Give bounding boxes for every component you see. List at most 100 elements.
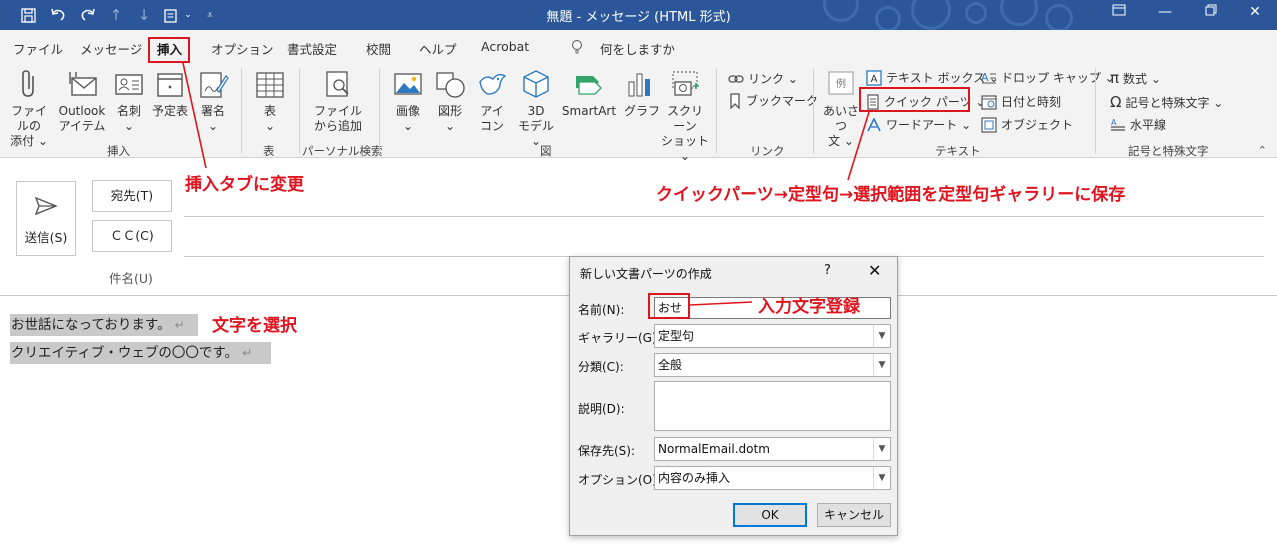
3d-models-button[interactable]: 3D モデル ⌄ xyxy=(513,68,559,149)
annotation-quick-parts-path: クイックパーツ→定型句→選択範囲を定型句ギャラリーに保存 xyxy=(656,185,1126,205)
screenshot-button[interactable]: スクリーン ショット ⌄ xyxy=(661,68,709,164)
calendar-icon xyxy=(157,73,183,97)
date-time-button[interactable]: 日付と時刻 xyxy=(981,93,1061,110)
shapes-button[interactable]: 図形 ⌄ xyxy=(434,68,466,134)
ribbon-separator xyxy=(379,68,380,154)
symbol-button[interactable]: Ω 記号と特殊文字 ⌄ xyxy=(1110,93,1223,111)
object-icon xyxy=(981,116,997,133)
tell-me-search[interactable]: 何をしますか xyxy=(600,39,675,58)
ribbon-display-options-icon[interactable] xyxy=(1104,4,1134,26)
ribbon-separator xyxy=(241,68,242,154)
annotation-select-text: 文字を選択 xyxy=(212,316,297,336)
file-search-icon xyxy=(326,71,349,97)
group-text-label: テキスト xyxy=(935,144,981,158)
shapes-icon xyxy=(436,72,465,98)
envelope-icon xyxy=(69,72,97,96)
bookmark-label: ブックマーク xyxy=(746,94,819,108)
cc-button[interactable]: ＣＣ(C) xyxy=(92,220,172,252)
close-icon[interactable]: ✕ xyxy=(1240,4,1270,26)
category-value: 全般 xyxy=(658,358,683,372)
tab-acrobat[interactable]: Acrobat xyxy=(481,39,529,54)
annotation-name-entry: 入力文字登録 xyxy=(758,297,860,317)
wordart-button[interactable]: ワードアート ⌄ xyxy=(866,116,971,133)
collapse-ribbon-icon[interactable]: ⌃ xyxy=(1258,144,1267,157)
body-text: お世話になっております。 xyxy=(11,317,171,333)
chevron-down-icon[interactable]: ▼ xyxy=(873,438,890,460)
chevron-down-icon[interactable]: ▼ xyxy=(873,354,890,376)
group-table-label: 表 xyxy=(263,144,275,158)
horizontal-line-button[interactable]: A 水平線 xyxy=(1110,116,1166,133)
calendar-label: 予定表 xyxy=(151,104,188,118)
business-card-button[interactable]: 名刺 ⌄ xyxy=(111,68,147,134)
help-icon[interactable]: ? xyxy=(824,263,831,278)
smartart-label: SmartArt xyxy=(561,104,617,118)
smartart-icon xyxy=(576,76,602,95)
return-mark: ↵ xyxy=(242,346,253,360)
link-label: リンク ⌄ xyxy=(748,72,798,86)
calendar-button[interactable]: 予定表 xyxy=(151,68,189,119)
object-button[interactable]: オブジェクト xyxy=(981,116,1073,133)
body-line[interactable]: お世話になっております。 ↵ xyxy=(10,314,198,336)
object-label: オブジェクト xyxy=(1001,118,1074,132)
restore-icon[interactable] xyxy=(1196,4,1226,26)
picture-button[interactable]: 画像 ⌄ xyxy=(392,68,424,134)
bookmark-button[interactable]: ブックマーク xyxy=(728,92,818,109)
tab-review[interactable]: 校閲 xyxy=(366,39,391,58)
title-decoration xyxy=(815,0,1080,30)
minimize-icon[interactable]: — xyxy=(1150,4,1180,26)
body-line[interactable]: クリエイティブ・ウェブの〇〇です。 ↵ xyxy=(10,342,271,364)
ribbon-separator xyxy=(716,68,717,154)
ribbon-separator xyxy=(299,68,300,154)
description-input[interactable] xyxy=(654,381,891,431)
save-in-select[interactable]: NormalEmail.dotm ▼ xyxy=(654,437,891,461)
send-button[interactable]: 送信(S) xyxy=(16,181,76,256)
ribbon-separator xyxy=(1095,68,1096,154)
signature-button[interactable]: 署名 ⌄ xyxy=(196,68,230,134)
tab-options[interactable]: オプション xyxy=(211,39,274,58)
lightbulb-icon xyxy=(571,39,583,57)
chart-button[interactable]: グラフ xyxy=(624,68,660,119)
equation-button[interactable]: π 数式 ⌄ xyxy=(1110,69,1161,87)
outlook-item-button[interactable]: Outlook アイテム xyxy=(57,68,107,134)
date-time-icon xyxy=(981,94,997,110)
attach-file-label: ファイルの 添付 ⌄ xyxy=(10,104,48,148)
menu-bar: ファイル メッセージ 挿入 オプション 書式設定 校閲 ヘルプ Acrobat … xyxy=(0,30,1277,64)
tab-format[interactable]: 書式設定 xyxy=(287,39,337,58)
ribbon-separator xyxy=(813,68,814,154)
symbol-label: 記号と特殊文字 ⌄ xyxy=(1125,95,1224,110)
cube-icon xyxy=(523,70,549,98)
tab-help[interactable]: ヘルプ xyxy=(419,39,457,58)
options-select[interactable]: 内容のみ挿入 ▼ xyxy=(654,466,891,490)
body-text: クリエイティブ・ウェブの〇〇です。 xyxy=(11,345,239,361)
picture-label: 画像 ⌄ xyxy=(395,104,420,133)
dialog-close-icon[interactable]: ✕ xyxy=(868,261,881,280)
tab-message[interactable]: メッセージ xyxy=(80,39,142,58)
text-box-icon: A xyxy=(866,69,882,86)
horizontal-line-icon: A xyxy=(1111,118,1125,131)
annotation-change-tab: 挿入タブに変更 xyxy=(185,175,304,195)
signature-label: 署名 ⌄ xyxy=(200,104,225,133)
icons-label: アイ コン xyxy=(479,104,504,133)
link-icon xyxy=(728,74,744,83)
text-box-button[interactable]: A テキスト ボックス ⌄ xyxy=(866,69,999,86)
link-button[interactable]: リンク ⌄ xyxy=(728,70,798,87)
to-field[interactable] xyxy=(184,216,1264,217)
add-from-file-label: ファイル から追加 xyxy=(314,104,363,133)
gallery-select[interactable]: 定型句 ▼ xyxy=(654,324,891,348)
icons-button[interactable]: アイ コン xyxy=(476,68,508,134)
pi-icon: π xyxy=(1110,69,1120,87)
ok-button[interactable]: OK xyxy=(733,503,807,527)
add-from-file-button[interactable]: ファイル から追加 xyxy=(314,68,362,134)
tab-file[interactable]: ファイル xyxy=(13,39,63,58)
chevron-down-icon[interactable]: ▼ xyxy=(873,325,890,347)
greeting-button[interactable]: 例 あいさつ 文 ⌄ xyxy=(818,68,864,149)
category-select[interactable]: 全般 ▼ xyxy=(654,353,891,377)
to-button[interactable]: 宛先(T) xyxy=(92,180,172,212)
table-button[interactable]: 表 ⌄ xyxy=(254,68,286,134)
attach-file-button[interactable]: ファイルの 添付 ⌄ xyxy=(8,68,50,149)
svg-text:A: A xyxy=(1111,118,1117,127)
chevron-down-icon[interactable]: ▼ xyxy=(873,467,890,489)
cancel-button[interactable]: キャンセル xyxy=(817,503,891,527)
smartart-button[interactable]: SmartArt xyxy=(561,68,617,119)
horizontal-line-label: 水平線 xyxy=(1130,118,1167,132)
